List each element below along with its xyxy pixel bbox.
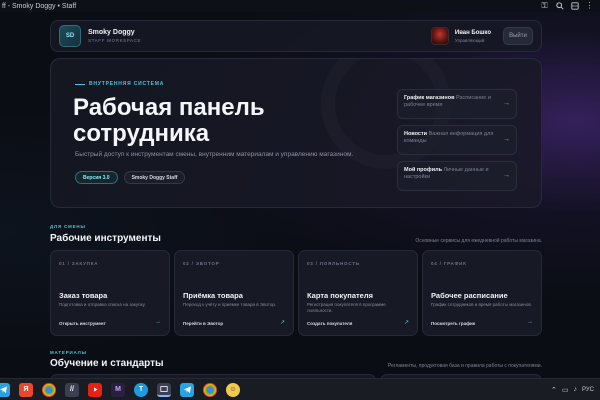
more-icon[interactable]: ⋮ xyxy=(585,2,594,11)
arrow-right-icon: → xyxy=(527,319,533,325)
telegram-icon[interactable] xyxy=(0,382,10,397)
tools-title: Рабочие инструменты xyxy=(50,233,161,244)
arrow-right-icon: → xyxy=(155,319,161,325)
external-link-icon: ↗ xyxy=(279,320,285,326)
user-role: Управляющий xyxy=(454,37,485,43)
hero-eyebrow: ВНУТРЕННЯЯ СИСТЕМА xyxy=(75,81,164,87)
tools-eyebrow: ДЛЯ СМЕНЫ xyxy=(50,224,86,229)
hero-eyebrow-text: ВНУТРЕННЯЯ СИСТЕМА xyxy=(89,81,165,87)
tool-description: Регистрация покупателя в программе лояль… xyxy=(307,302,386,313)
tool-card-schedule[interactable]: 04 / ГРАФИК Рабочее расписание График со… xyxy=(422,250,542,336)
staff-dashboard: SD Smoky Doggy STAFF WORKSPACE Иван Бошк… xyxy=(0,12,600,378)
brand-logo[interactable]: SD xyxy=(59,25,81,47)
materials-note: Регламенты, продуктовая база и правила р… xyxy=(387,363,542,369)
yandex-icon[interactable]: Я xyxy=(19,382,33,397)
os-taskbar: Я // M T ☺ ⌃ ▭ ♪ РУС xyxy=(0,378,600,400)
logout-button[interactable]: Выйти xyxy=(503,27,533,45)
tool-card-receiving[interactable]: 02 / ЭВОТОР Приёмка товара Переход к учё… xyxy=(174,250,294,336)
quick-link-news[interactable]: Новости Важная информация для команды → xyxy=(397,125,517,155)
tool-number: 04 / ГРАФИК xyxy=(431,261,467,266)
tool-name: Приёмка товара xyxy=(183,291,243,300)
media-icon[interactable]: M xyxy=(111,382,125,397)
tool-link[interactable]: Перейти в Эвотор xyxy=(183,321,223,326)
youtube-icon[interactable] xyxy=(88,382,102,397)
user-info: Иван Бошко Управляющий xyxy=(455,30,491,43)
tools-note: Основные сервисы для ежедневной работы м… xyxy=(415,238,542,244)
quick-link-title: Новости xyxy=(404,131,428,137)
quick-link-text: Новости Важная информация для команды xyxy=(404,131,504,145)
brand-subtitle: STAFF WORKSPACE xyxy=(88,38,142,43)
user-block: Иван Бошко Управляющий Выйти xyxy=(430,27,533,45)
external-link-icon: ↗ xyxy=(403,320,409,326)
arrow-right-icon: → xyxy=(503,172,510,179)
chevron-up-icon[interactable]: ⌃ xyxy=(551,386,557,394)
materials-eyebrow: МАТЕРИАЛЫ xyxy=(50,350,87,355)
key-icon[interactable]: ⚿ xyxy=(540,2,549,11)
arrow-right-icon: → xyxy=(503,100,510,107)
chrome-icon[interactable] xyxy=(203,382,217,397)
search-icon[interactable] xyxy=(555,2,564,11)
hero-description: Быстрый доступ к инструментам смены, вну… xyxy=(75,151,354,158)
tool-link[interactable]: Открыть инструмент xyxy=(59,321,106,326)
tool-link[interactable]: Посмотреть график xyxy=(431,321,475,326)
brand-name: Smoky Doggy xyxy=(88,29,135,36)
quick-link-title: Мой профиль xyxy=(404,167,442,173)
quick-link-profile[interactable]: Мой профиль Личные данные и настройки → xyxy=(397,161,517,191)
hero-panel: ВНУТРЕННЯЯ СИСТЕМА Рабочая панель сотруд… xyxy=(50,58,542,208)
tool-description: График сотрудников и время работы магази… xyxy=(431,302,532,307)
snipping-icon[interactable] xyxy=(157,382,171,397)
window-title: ff - Smoky Doggy • Staff xyxy=(2,2,77,10)
eyebrow-line xyxy=(75,83,85,85)
browser-titlebar: ff - Smoky Doggy • Staff ⚿ ⋮ xyxy=(0,0,600,12)
materials-title: Обучение и стандарты xyxy=(50,358,164,369)
quick-link-text: Мой профиль Личные данные и настройки xyxy=(404,167,504,181)
tool-number: 01 / ЗАКУПКА xyxy=(59,261,99,266)
telegram-icon[interactable] xyxy=(180,382,194,397)
tool-number: 02 / ЭВОТОР xyxy=(183,261,220,266)
user-name: Иван Бошко xyxy=(454,29,491,36)
t-app-icon[interactable]: T xyxy=(134,382,148,397)
battery-icon[interactable]: ▭ xyxy=(562,386,569,394)
app-header: SD Smoky Doggy STAFF WORKSPACE Иван Бошк… xyxy=(50,20,542,52)
volume-icon[interactable]: ♪ xyxy=(573,386,577,393)
tool-link[interactable]: Создать покупателя xyxy=(307,321,352,326)
version-badge: Версия 3.0 xyxy=(75,171,118,184)
staff-badge: Smoky Doggy Staff xyxy=(123,171,186,184)
language-indicator[interactable]: РУС xyxy=(582,387,594,393)
tool-card-loyalty[interactable]: 03 / ЛОЯЛЬНОСТЬ Карта покупателя Регистр… xyxy=(298,250,418,336)
tool-name: Заказ товара xyxy=(59,291,108,300)
tool-number: 03 / ЛОЯЛЬНОСТЬ xyxy=(307,261,360,266)
system-tray: ⌃ ▭ ♪ РУС xyxy=(551,386,600,394)
quick-link-title: График магазинов xyxy=(404,95,455,101)
editor-icon[interactable]: // xyxy=(65,382,79,397)
extensions-icon[interactable] xyxy=(570,2,579,11)
quick-link-schedule[interactable]: График магазинов Расписание и рабочее вр… xyxy=(397,89,517,119)
game-icon[interactable]: ☺ xyxy=(226,382,240,397)
chrome-icon[interactable] xyxy=(42,382,56,397)
tool-name: Рабочее расписание xyxy=(431,291,508,300)
browser-controls: ⚿ ⋮ xyxy=(540,2,600,11)
tool-description: Переход к учёту и приёмке товара в Эвото… xyxy=(183,302,277,307)
tool-description: Подготовка и отправка списка на закупку. xyxy=(59,302,146,307)
brand-block: Smoky Doggy STAFF WORKSPACE xyxy=(88,29,141,43)
avatar xyxy=(430,27,449,45)
hero-pills: Версия 3.0 Smoky Doggy Staff xyxy=(75,171,186,184)
page-title: Рабочая панель сотрудника xyxy=(73,94,265,147)
arrow-right-icon: → xyxy=(503,136,510,143)
quick-link-text: График магазинов Расписание и рабочее вр… xyxy=(404,95,504,109)
tool-name: Карта покупателя xyxy=(307,291,373,300)
tool-card-order[interactable]: 01 / ЗАКУПКА Заказ товара Подготовка и о… xyxy=(50,250,170,336)
